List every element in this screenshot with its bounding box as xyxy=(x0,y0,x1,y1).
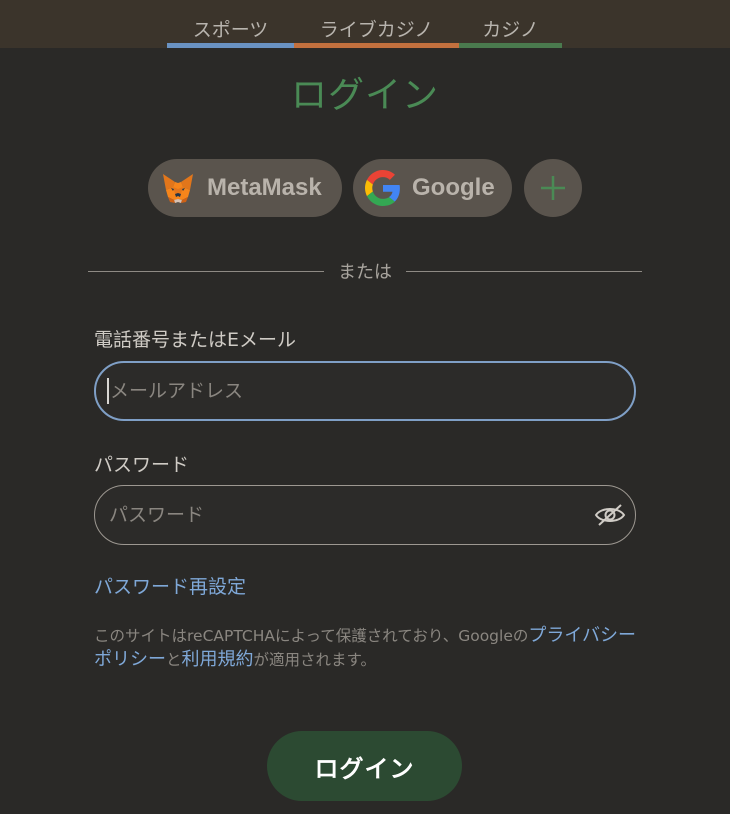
page-title: ログイン xyxy=(290,75,439,116)
password-input[interactable] xyxy=(94,485,636,545)
terms-of-service-link[interactable]: 利用規約 xyxy=(182,649,254,670)
google-login-button[interactable]: Google xyxy=(353,159,512,217)
top-nav-bar: スポーツ ライブカジノ カジノ xyxy=(0,0,730,48)
divider-line-left xyxy=(88,270,324,272)
google-g-icon xyxy=(365,170,400,206)
text-caret xyxy=(107,378,109,404)
plus-icon xyxy=(541,176,565,200)
metamask-fox-icon xyxy=(163,174,193,203)
more-login-options-button[interactable] xyxy=(524,159,582,217)
tab-casino-label: カジノ xyxy=(482,19,539,41)
category-tabs: スポーツ ライブカジノ カジノ xyxy=(167,0,562,48)
or-divider: または xyxy=(88,258,642,284)
tab-sports-underline xyxy=(167,43,294,48)
tab-live-casino-label: ライブカジノ xyxy=(319,19,434,41)
login-button[interactable]: ログイン xyxy=(267,731,462,801)
recaptcha-notice: このサイトはreCAPTCHAによって保護されており、Googleのプライバシー… xyxy=(94,624,644,672)
tab-casino-underline xyxy=(459,43,562,48)
metamask-login-button[interactable]: MetaMask xyxy=(148,159,342,217)
metamask-label: MetaMask xyxy=(207,174,322,201)
password-field-label: パスワード xyxy=(94,454,190,476)
password-reset-link[interactable]: パスワード再設定 xyxy=(94,572,246,599)
tab-live-casino-underline xyxy=(294,43,459,48)
tab-sports-label: スポーツ xyxy=(192,19,269,41)
google-label: Google xyxy=(412,174,495,201)
divider-text: または xyxy=(338,262,392,283)
divider-line-right xyxy=(406,270,642,272)
recaptcha-suffix: が適用されます。 xyxy=(253,651,376,669)
tab-sports[interactable]: スポーツ xyxy=(167,0,294,48)
tab-casino[interactable]: カジノ xyxy=(459,0,562,48)
recaptcha-and: と xyxy=(166,651,182,669)
eye-off-icon[interactable] xyxy=(594,502,626,528)
email-field-label: 電話番号またはEメール xyxy=(94,329,297,351)
recaptcha-prefix: このサイトはreCAPTCHAによって保護されており、Googleの xyxy=(94,627,529,645)
email-input[interactable] xyxy=(94,361,636,421)
tab-live-casino[interactable]: ライブカジノ xyxy=(294,0,459,48)
